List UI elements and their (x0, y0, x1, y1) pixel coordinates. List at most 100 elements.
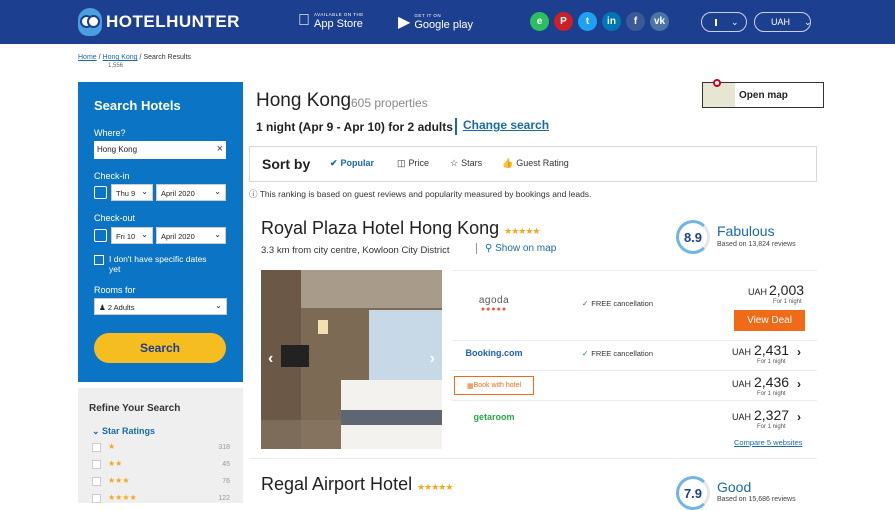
vk-icon[interactable]: vk (650, 12, 669, 31)
price-tag-icon: ◫ (397, 158, 406, 168)
page-title: Hong Kong (256, 90, 352, 111)
google-play-button[interactable]: ▶ GET IT ON Google play (398, 12, 473, 32)
star-ratings-toggle[interactable]: ⌄ Star Ratings (92, 426, 155, 437)
social-links: e Pt in f vk (530, 12, 669, 31)
checkin-label: Check-in (94, 171, 130, 181)
google-play-text: Google play (414, 19, 474, 31)
photo-next-icon[interactable]: › (430, 350, 435, 368)
facebook-icon[interactable]: f (626, 12, 645, 31)
thumbs-up-icon: 👍 (502, 158, 514, 168)
chevron-down-icon: ⌄ (214, 230, 221, 239)
check-icon: ✓ (582, 299, 589, 308)
where-label: Where? (94, 128, 126, 138)
per-night: For 1 night (757, 391, 786, 397)
review-count: Based on 15,686 reviews (717, 496, 796, 503)
where-value: Hong Kong (97, 145, 138, 154)
people-icon: ♟ (99, 303, 106, 312)
checkin-month-select[interactable]: April 2020 ⌄ (156, 184, 226, 201)
linkedin-icon[interactable]: in (602, 12, 621, 31)
hotel-name[interactable]: Regal Airport Hotel ★★★★★ (261, 474, 453, 495)
star-filter-row[interactable]: ★★★★ 122 (92, 493, 230, 506)
ranking-note: ⓘ This ranking is based on guest reviews… (249, 188, 591, 200)
hotel-photo[interactable]: ‹ › (261, 270, 442, 449)
deal-row[interactable]: getaroom UAH 2,327 For 1 night › (452, 400, 817, 434)
owl-logo-icon (78, 8, 102, 36)
star-filter-count: 122 (218, 495, 230, 502)
hotelhunter-logo[interactable]: HOTELHUNTER (78, 8, 240, 36)
star-filter-checkbox[interactable] (92, 460, 101, 469)
chevron-down-icon: ⌄ (804, 16, 812, 27)
checkout-month-select[interactable]: April 2020 ⌄ (156, 227, 226, 244)
star-filter-count: 45 (222, 461, 230, 468)
star-filter-row[interactable]: ★★★ 76 (92, 476, 230, 489)
search-button[interactable]: Search (94, 333, 226, 363)
sort-popular[interactable]: ✔ Popular (330, 158, 374, 169)
star-ratings-label: Star Ratings (102, 426, 156, 436)
review-count: Based on 13,824 reviews (717, 241, 796, 248)
app-store-button[interactable]:  AVAILABLE ON THEApp Store (298, 12, 364, 30)
refine-panel: Refine Your Search ⌄ Star Ratings ★ 318 ★★… (78, 388, 243, 503)
show-on-map-link[interactable]: ⚲ Show on map (476, 243, 556, 254)
change-search-link[interactable]: Change search (455, 118, 549, 135)
evernote-icon[interactable]: e (530, 12, 549, 31)
language-selector[interactable]: ⌄ (701, 12, 747, 32)
compare-websites-link[interactable]: Compare 5 websites (734, 438, 802, 447)
hotel-name[interactable]: Royal Plaza Hotel Hong Kong ★★★★★ (261, 218, 541, 239)
star-filter-row[interactable]: ★ 318 (92, 442, 230, 455)
hotel-name-text: Royal Plaza Hotel Hong Kong (261, 218, 500, 238)
twitter-icon[interactable]: t (578, 12, 597, 31)
no-dates-checkbox[interactable] (94, 255, 104, 265)
star-filter-checkbox[interactable] (92, 477, 101, 486)
chevron-right-icon[interactable]: › (797, 345, 801, 359)
checkout-day-select[interactable]: Fri 10 ⌄ (111, 227, 153, 244)
where-input[interactable]: Hong Kong × (94, 141, 226, 159)
star-filter-checkbox[interactable] (92, 443, 101, 452)
star-filter-stars: ★★★ (108, 476, 130, 485)
checkout-label: Check-out (94, 213, 136, 223)
sort-guest-rating-label: Guest Rating (516, 158, 569, 168)
chevron-right-icon[interactable]: › (797, 410, 801, 424)
checkout-day-value: Fri 10 (116, 232, 136, 241)
check-circle-icon: ✔ (330, 158, 338, 168)
rooms-label: Rooms for (94, 285, 136, 295)
sort-stars[interactable]: ☆ Stars (450, 158, 482, 169)
checkin-day-value: Thu 9 (116, 189, 136, 198)
star-filter-row[interactable]: ★★ 45 (92, 459, 230, 472)
sort-guest-rating[interactable]: 👍 Guest Rating (502, 158, 569, 169)
rating-score: 8.9 (676, 220, 710, 254)
chevron-down-icon: ⌄ (731, 16, 739, 27)
deal-price: 2,003 (769, 282, 805, 298)
price-currency: UAH (732, 347, 752, 357)
deal-row[interactable]: ▦ Book with hotel UAH 2,436 For 1 night … (452, 370, 817, 400)
hotel-location: 3.3 km from city centre, Kowloon City Di… (261, 245, 450, 256)
rating-verdict: Good (717, 479, 752, 495)
ranking-note-text: This ranking is based on guest reviews a… (259, 189, 592, 199)
currency-selector[interactable]: UAH ⌄ (754, 12, 812, 32)
star-filter-stars: ★ (108, 442, 116, 451)
info-icon: ⓘ (249, 189, 260, 199)
star-filter-checkbox[interactable] (92, 494, 101, 503)
deal-row[interactable]: agoda ●●●●● ✓ FREE cancellation UAH 2,003 … (452, 270, 817, 340)
deal-row[interactable]: Booking.com ✓ FREE cancellation UAH 2,431… (452, 340, 817, 370)
open-map-label: Open map (739, 90, 788, 101)
calendar-icon[interactable] (94, 229, 107, 242)
pinterest-icon[interactable]: P (554, 12, 573, 31)
chevron-down-icon: ⌄ (141, 187, 148, 196)
dates-summary: 1 night (Apr 9 - Apr 10) for 2 adults (256, 120, 453, 134)
map-pin-icon (713, 79, 721, 87)
hotel-stars: ★★★★★ (504, 226, 540, 236)
calendar-icon[interactable] (94, 186, 107, 199)
clear-icon[interactable]: × (217, 143, 223, 155)
breadcrumb-city[interactable]: Hong Kong (103, 54, 138, 61)
deal-price: 2,431 (754, 342, 790, 358)
breadcrumb-home[interactable]: Home (78, 54, 97, 61)
rooms-select[interactable]: ♟ 2 Adults ⌄ (94, 298, 227, 315)
price-currency: UAH (748, 287, 768, 297)
sort-price[interactable]: ◫ Price (397, 158, 429, 169)
photo-prev-icon[interactable]: ‹ (268, 350, 273, 368)
open-map-button[interactable]: Open map (702, 79, 824, 108)
checkin-day-select[interactable]: Thu 9 ⌄ (111, 184, 153, 201)
chevron-right-icon[interactable]: › (797, 377, 801, 391)
show-on-map-label: Show on map (495, 243, 557, 254)
view-deal-button[interactable]: View Deal (734, 310, 805, 331)
